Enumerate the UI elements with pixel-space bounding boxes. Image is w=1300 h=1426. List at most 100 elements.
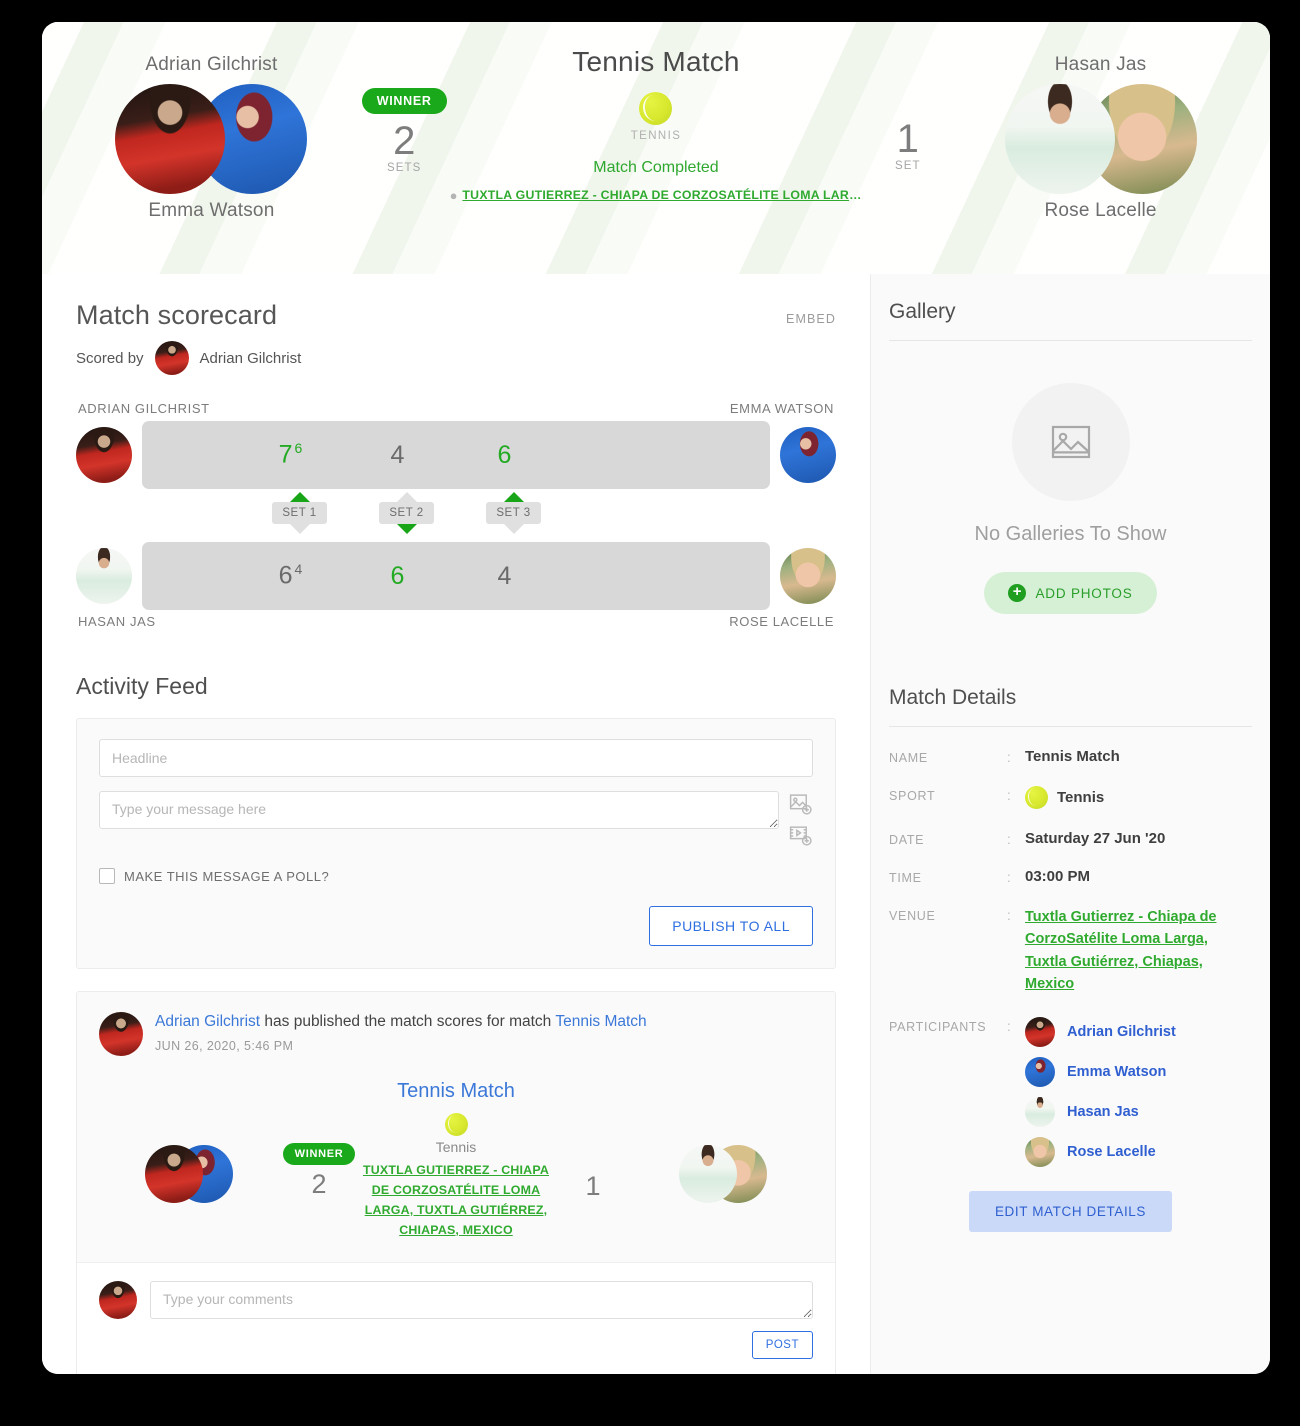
add-photos-button[interactable]: + ADD PHOTOS [984, 572, 1157, 614]
scorecard-avatar-hasan[interactable] [76, 548, 132, 604]
participant-avatar-emma[interactable] [1025, 1056, 1055, 1087]
set-indicator-1: SET 1 [246, 492, 353, 534]
participant-avatar-rose[interactable] [1025, 1136, 1055, 1167]
participant-name-hasan[interactable]: Hasan Jas [1067, 1104, 1139, 1120]
message-input[interactable] [99, 791, 779, 829]
detail-label-name: NAME [889, 751, 928, 765]
poll-label: MAKE THIS MESSAGE A POLL? [124, 868, 330, 884]
participant-avatar-hasan[interactable] [1025, 1096, 1055, 1127]
detail-label-time: TIME [889, 871, 922, 885]
poll-toggle-row[interactable]: MAKE THIS MESSAGE A POLL? [99, 868, 813, 884]
match-summary: Tennis Match TENNIS Match Completed ● TU… [450, 22, 863, 202]
match-page-card: Adrian Gilchrist Emma Watson WINNER 2 SE… [42, 22, 1270, 1374]
avatar-hasan-jas[interactable] [1004, 84, 1115, 194]
scorecard-avatar-adrian[interactable] [76, 427, 132, 483]
post-venue-link[interactable]: TUXTLA GUTIERREZ - CHIAPA DE CORZOSATÉLI… [359, 1161, 552, 1240]
post-avatar-hasan[interactable] [679, 1145, 738, 1203]
team-left-bottom-name: Emma Watson [148, 200, 275, 221]
post-right-score: 1 [553, 1113, 634, 1202]
set-3-up-arrow-icon [503, 492, 524, 502]
header-venue-row[interactable]: ● TUXTLA GUTIERREZ - CHIAPA DE CORZOSATÉ… [450, 188, 863, 202]
add-video-icon[interactable] [788, 823, 813, 848]
scorecard-bottom-right-name: ROSE LACELLE [729, 614, 834, 629]
activity-feed-title: Activity Feed [76, 673, 208, 699]
detail-row-venue: VENUE : Tuxtla Gutierrez - Chiapa de Cor… [889, 906, 1252, 996]
scorecard-avatar-emma[interactable] [780, 427, 836, 483]
detail-label-venue: VENUE [889, 909, 936, 923]
top-set-1-games: 7 [278, 440, 293, 469]
add-image-icon[interactable] [788, 792, 813, 817]
detail-colon-5: : [1007, 908, 1011, 923]
detail-value-sport-wrap: Tennis [1025, 786, 1104, 809]
comment-input[interactable] [150, 1281, 813, 1320]
post-author-avatar[interactable] [99, 1012, 143, 1056]
publish-to-all-button[interactable]: PUBLISH TO ALL [649, 906, 813, 946]
scorecard-top-bar: 76 4 6 [142, 421, 770, 489]
detail-row-name: NAME : Tennis Match [889, 748, 1252, 765]
scorecard: ADRIAN GILCHRIST EMMA WATSON 76 4 6 SET … [42, 375, 870, 629]
plus-icon: + [1008, 584, 1027, 602]
add-photos-label: ADD PHOTOS [1035, 585, 1133, 601]
gallery-empty-state: No Galleries To Show + ADD PHOTOS [889, 341, 1252, 614]
bottom-set-3-games: 4 [497, 561, 512, 590]
set-indicator-2: SET 2 [353, 492, 460, 534]
sport-label: TENNIS [630, 130, 682, 142]
team-right-score-value: 1 [896, 117, 919, 161]
detail-label-date: DATE [889, 833, 925, 847]
post-comment-button[interactable]: POST [751, 1331, 813, 1360]
edit-match-details-button[interactable]: EDIT MATCH DETAILS [968, 1190, 1173, 1232]
post-right-score-value: 1 [585, 1171, 601, 1201]
poll-checkbox[interactable] [99, 868, 115, 884]
top-set-1-score: 76 [237, 440, 344, 469]
scored-by-name: Adrian Gilchrist [199, 349, 302, 367]
post-timestamp: JUN 26, 2020, 5:46 PM [155, 1039, 294, 1054]
scorecard-top-right-name: EMMA WATSON [729, 401, 834, 416]
team-left: Adrian Gilchrist Emma Watson [64, 22, 359, 222]
comment-user-avatar[interactable] [99, 1281, 137, 1320]
detail-value-date: Saturday 27 Jun '20 [1025, 830, 1166, 847]
team-right-top-name: Hasan Jas [1054, 54, 1147, 75]
bottom-set-1-tiebreak: 4 [294, 561, 303, 578]
detail-row-date: DATE : Saturday 27 Jun '20 [889, 830, 1252, 847]
detail-value-name: Tennis Match [1025, 748, 1120, 765]
set-1-up-arrow-icon [289, 492, 310, 502]
participant-hasan-jas[interactable]: Hasan Jas [1025, 1096, 1176, 1127]
participant-avatar-adrian[interactable] [1025, 1016, 1055, 1047]
header-venue-link[interactable]: TUXTLA GUTIERREZ - CHIAPA DE CORZOSATÉLI… [462, 188, 862, 202]
post-winner-badge: WINNER [282, 1143, 356, 1165]
post-sport-name: Tennis [435, 1139, 477, 1155]
participant-name-adrian[interactable]: Adrian Gilchrist [1067, 1024, 1176, 1040]
match-status: Match Completed [593, 159, 719, 176]
team-right-bottom-name: Rose Lacelle [1044, 200, 1157, 221]
detail-label-participants: PARTICIPANTS [889, 1019, 987, 1034]
headline-input[interactable] [99, 739, 813, 777]
embed-button[interactable]: EMBED [786, 300, 836, 326]
post-match-link[interactable]: Tennis Match [555, 1013, 646, 1030]
post-author-name[interactable]: Adrian Gilchrist [155, 1013, 260, 1030]
image-placeholder-icon [1051, 425, 1090, 459]
detail-colon: : [1007, 750, 1011, 765]
participant-emma-watson[interactable]: Emma Watson [1025, 1056, 1176, 1087]
participant-name-emma[interactable]: Emma Watson [1067, 1064, 1166, 1080]
detail-row-sport: SPORT : Tennis [889, 786, 1252, 809]
participant-name-rose[interactable]: Rose Lacelle [1067, 1144, 1156, 1160]
top-set-2-score: 4 [344, 441, 451, 470]
scorecard-avatar-rose[interactable] [780, 548, 836, 604]
post-score-summary: WINNER 2 Tennis TUXTLA GUTIERREZ - CHIAP… [99, 1113, 813, 1240]
detail-colon-4: : [1007, 870, 1011, 885]
scorer-avatar[interactable] [154, 341, 189, 375]
scorecard-top-row: 76 4 6 [76, 421, 836, 489]
detail-value-sport: Tennis [1057, 789, 1105, 806]
set-2-label: SET 2 [389, 507, 424, 519]
participant-rose-lacelle[interactable]: Rose Lacelle [1025, 1136, 1176, 1167]
scorecard-bottom-left-name: HASAN JAS [78, 614, 156, 629]
scored-by-label: Scored by [76, 349, 144, 367]
set-2-chip: SET 2 [379, 492, 434, 534]
avatar-adrian-gilchrist[interactable] [115, 84, 226, 194]
team-left-score-label: SETS [386, 162, 422, 174]
participant-adrian-gilchrist[interactable]: Adrian Gilchrist [1025, 1016, 1176, 1047]
post-card-title[interactable]: Tennis Match [99, 1080, 813, 1103]
detail-value-time: 03:00 PM [1025, 868, 1091, 885]
detail-value-venue[interactable]: Tuxtla Gutierrez - Chiapa de CorzoSatéli… [1025, 906, 1252, 996]
post-avatar-adrian[interactable] [144, 1145, 203, 1203]
